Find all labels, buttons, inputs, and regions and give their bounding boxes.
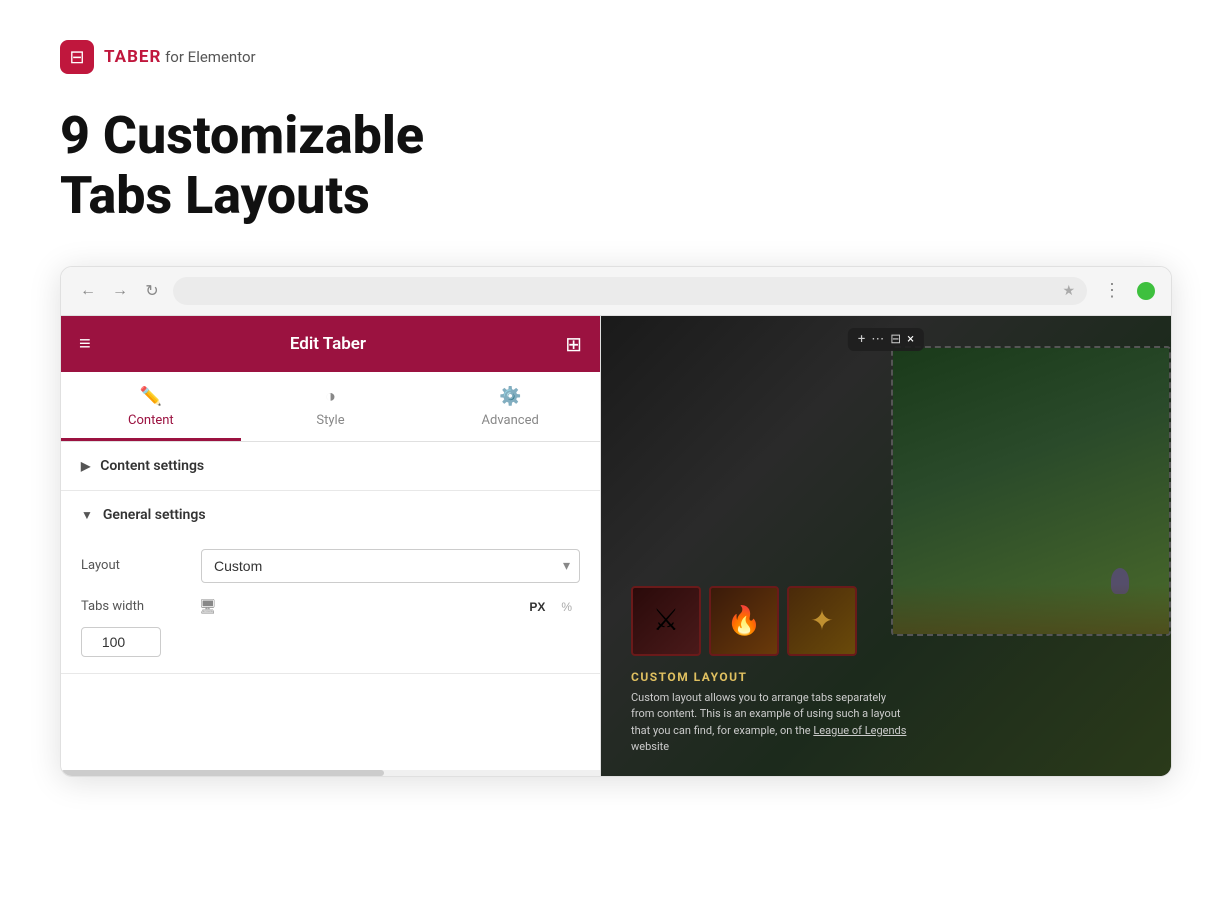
layout-select[interactable]: Custom Default Horizontal Vertical (201, 549, 580, 583)
hamburger-icon[interactable]: ≡ (79, 331, 91, 356)
preview-panel: + ⋯ ⊟ × ⚔ 🔥 ✦ (601, 316, 1171, 776)
content-settings-arrow: ▶ (81, 459, 90, 473)
mini-preview-inner (893, 348, 1169, 634)
general-settings-body: Layout Custom Default Horizontal Vertica… (61, 539, 600, 673)
general-settings-arrow: ▼ (81, 508, 93, 522)
advanced-tab-icon: ⚙️ (499, 386, 521, 407)
toolbar-add-icon[interactable]: + (858, 332, 865, 347)
layout-description: CUSTOM LAYOUT Custom layout allows you t… (631, 670, 911, 756)
editor-panel: ≡ Edit Taber ⊞ ✏️ Content ◑ Style ⚙️ (61, 316, 601, 776)
monitor-icon: 🖥 (199, 599, 217, 615)
grid-icon[interactable]: ⊞ (565, 332, 582, 356)
tabs-width-row: Tabs width 🖥 PX % (81, 597, 580, 617)
champion-2: 🔥 (709, 586, 779, 656)
layout-select-wrapper: Custom Default Horizontal Vertical ▾ (201, 549, 580, 583)
style-tab-icon: ◑ (325, 386, 336, 407)
content-settings-label: Content settings (100, 458, 204, 474)
toolbar-move-icon[interactable]: ⋯ (871, 332, 884, 347)
heading-line1: 9 Customizable (60, 105, 424, 166)
layout-desc-text: Custom layout allows you to arrange tabs… (631, 690, 911, 756)
general-settings-label: General settings (103, 507, 206, 523)
tabs-width-label: Tabs width (81, 599, 191, 614)
back-button[interactable]: ← (77, 280, 99, 302)
content-settings-section: ▶ Content settings (61, 442, 600, 491)
game-terrain (893, 584, 1169, 634)
mini-preview-window: ⊞ (891, 346, 1171, 636)
unit-px-button[interactable]: PX (521, 597, 553, 617)
unit-percent-button[interactable]: % (553, 597, 580, 617)
bookmark-icon: ★ (1062, 283, 1075, 299)
logo-taber: TABER (104, 47, 161, 67)
logo-icon: ⊟ (60, 40, 94, 74)
tabs-width-input[interactable] (81, 627, 161, 657)
panel-tabs: ✏️ Content ◑ Style ⚙️ Advanced (61, 372, 600, 442)
status-indicator (1137, 282, 1155, 300)
panel-scrollbar-thumb (61, 770, 384, 776)
heading-line2: Tabs Layouts (60, 165, 370, 226)
champion-3-icon: ✦ (810, 604, 833, 637)
more-options-icon[interactable]: ⋮ (1103, 280, 1121, 301)
general-settings-section: ▼ General settings Layout Custom Default (61, 491, 600, 674)
toolbar-close-icon[interactable]: × (907, 332, 914, 347)
page-wrapper: ⊟ TABER for Elementor 9 Customizable Tab… (0, 0, 1232, 924)
browser-chrome: ← → ↻ ★ ⋮ (61, 267, 1171, 316)
champion-3: ✦ (787, 586, 857, 656)
logo-text: TABER for Elementor (104, 47, 256, 67)
forward-button[interactable]: → (109, 280, 131, 302)
tabs-width-input-wrapper (81, 627, 580, 657)
layout-desc-title: CUSTOM LAYOUT (631, 670, 911, 684)
toolbar-widget-icon[interactable]: ⊟ (890, 332, 901, 347)
logo-icon-symbol: ⊟ (69, 47, 84, 68)
tab-content[interactable]: ✏️ Content (61, 372, 241, 441)
champion-1: ⚔ (631, 586, 701, 656)
content-tab-icon: ✏️ (140, 386, 162, 407)
layout-field-row: Layout Custom Default Horizontal Vertica… (81, 549, 580, 583)
logo-bar: ⊟ TABER for Elementor (60, 40, 1172, 74)
main-heading: 9 Customizable Tabs Layouts (60, 106, 660, 226)
browser-mockup: ← → ↻ ★ ⋮ ≡ Edit Taber ⊞ (60, 266, 1172, 777)
preview-background: + ⋯ ⊟ × ⚔ 🔥 ✦ (601, 316, 1171, 776)
address-bar[interactable]: ★ (173, 277, 1087, 305)
advanced-tab-label: Advanced (482, 413, 539, 428)
preview-toolbar: + ⋯ ⊟ × (848, 328, 924, 351)
layout-desc-suffix: website (631, 740, 669, 753)
content-settings-header[interactable]: ▶ Content settings (61, 442, 600, 490)
layout-field-label: Layout (81, 558, 191, 573)
champion-1-icon: ⚔ (653, 603, 680, 638)
panel-scrollbar[interactable] (61, 770, 600, 776)
unit-toggle: PX % (521, 597, 580, 617)
general-settings-header[interactable]: ▼ General settings (61, 491, 600, 539)
logo-for: for Elementor (161, 48, 255, 66)
tab-style[interactable]: ◑ Style (241, 372, 421, 441)
content-tab-label: Content (128, 413, 174, 428)
champion-row: ⚔ 🔥 ✦ (631, 586, 857, 656)
tabs-width-field: Tabs width 🖥 PX % (81, 597, 580, 657)
reload-button[interactable]: ↻ (141, 280, 163, 302)
panel-header: ≡ Edit Taber ⊞ (61, 316, 600, 372)
browser-content: ≡ Edit Taber ⊞ ✏️ Content ◑ Style ⚙️ (61, 316, 1171, 776)
champion-2-icon: 🔥 (727, 604, 762, 637)
style-tab-label: Style (316, 413, 344, 428)
layout-desc-link[interactable]: League of Legends (813, 724, 906, 737)
tab-advanced[interactable]: ⚙️ Advanced (420, 372, 600, 441)
panel-title: Edit Taber (290, 334, 366, 354)
